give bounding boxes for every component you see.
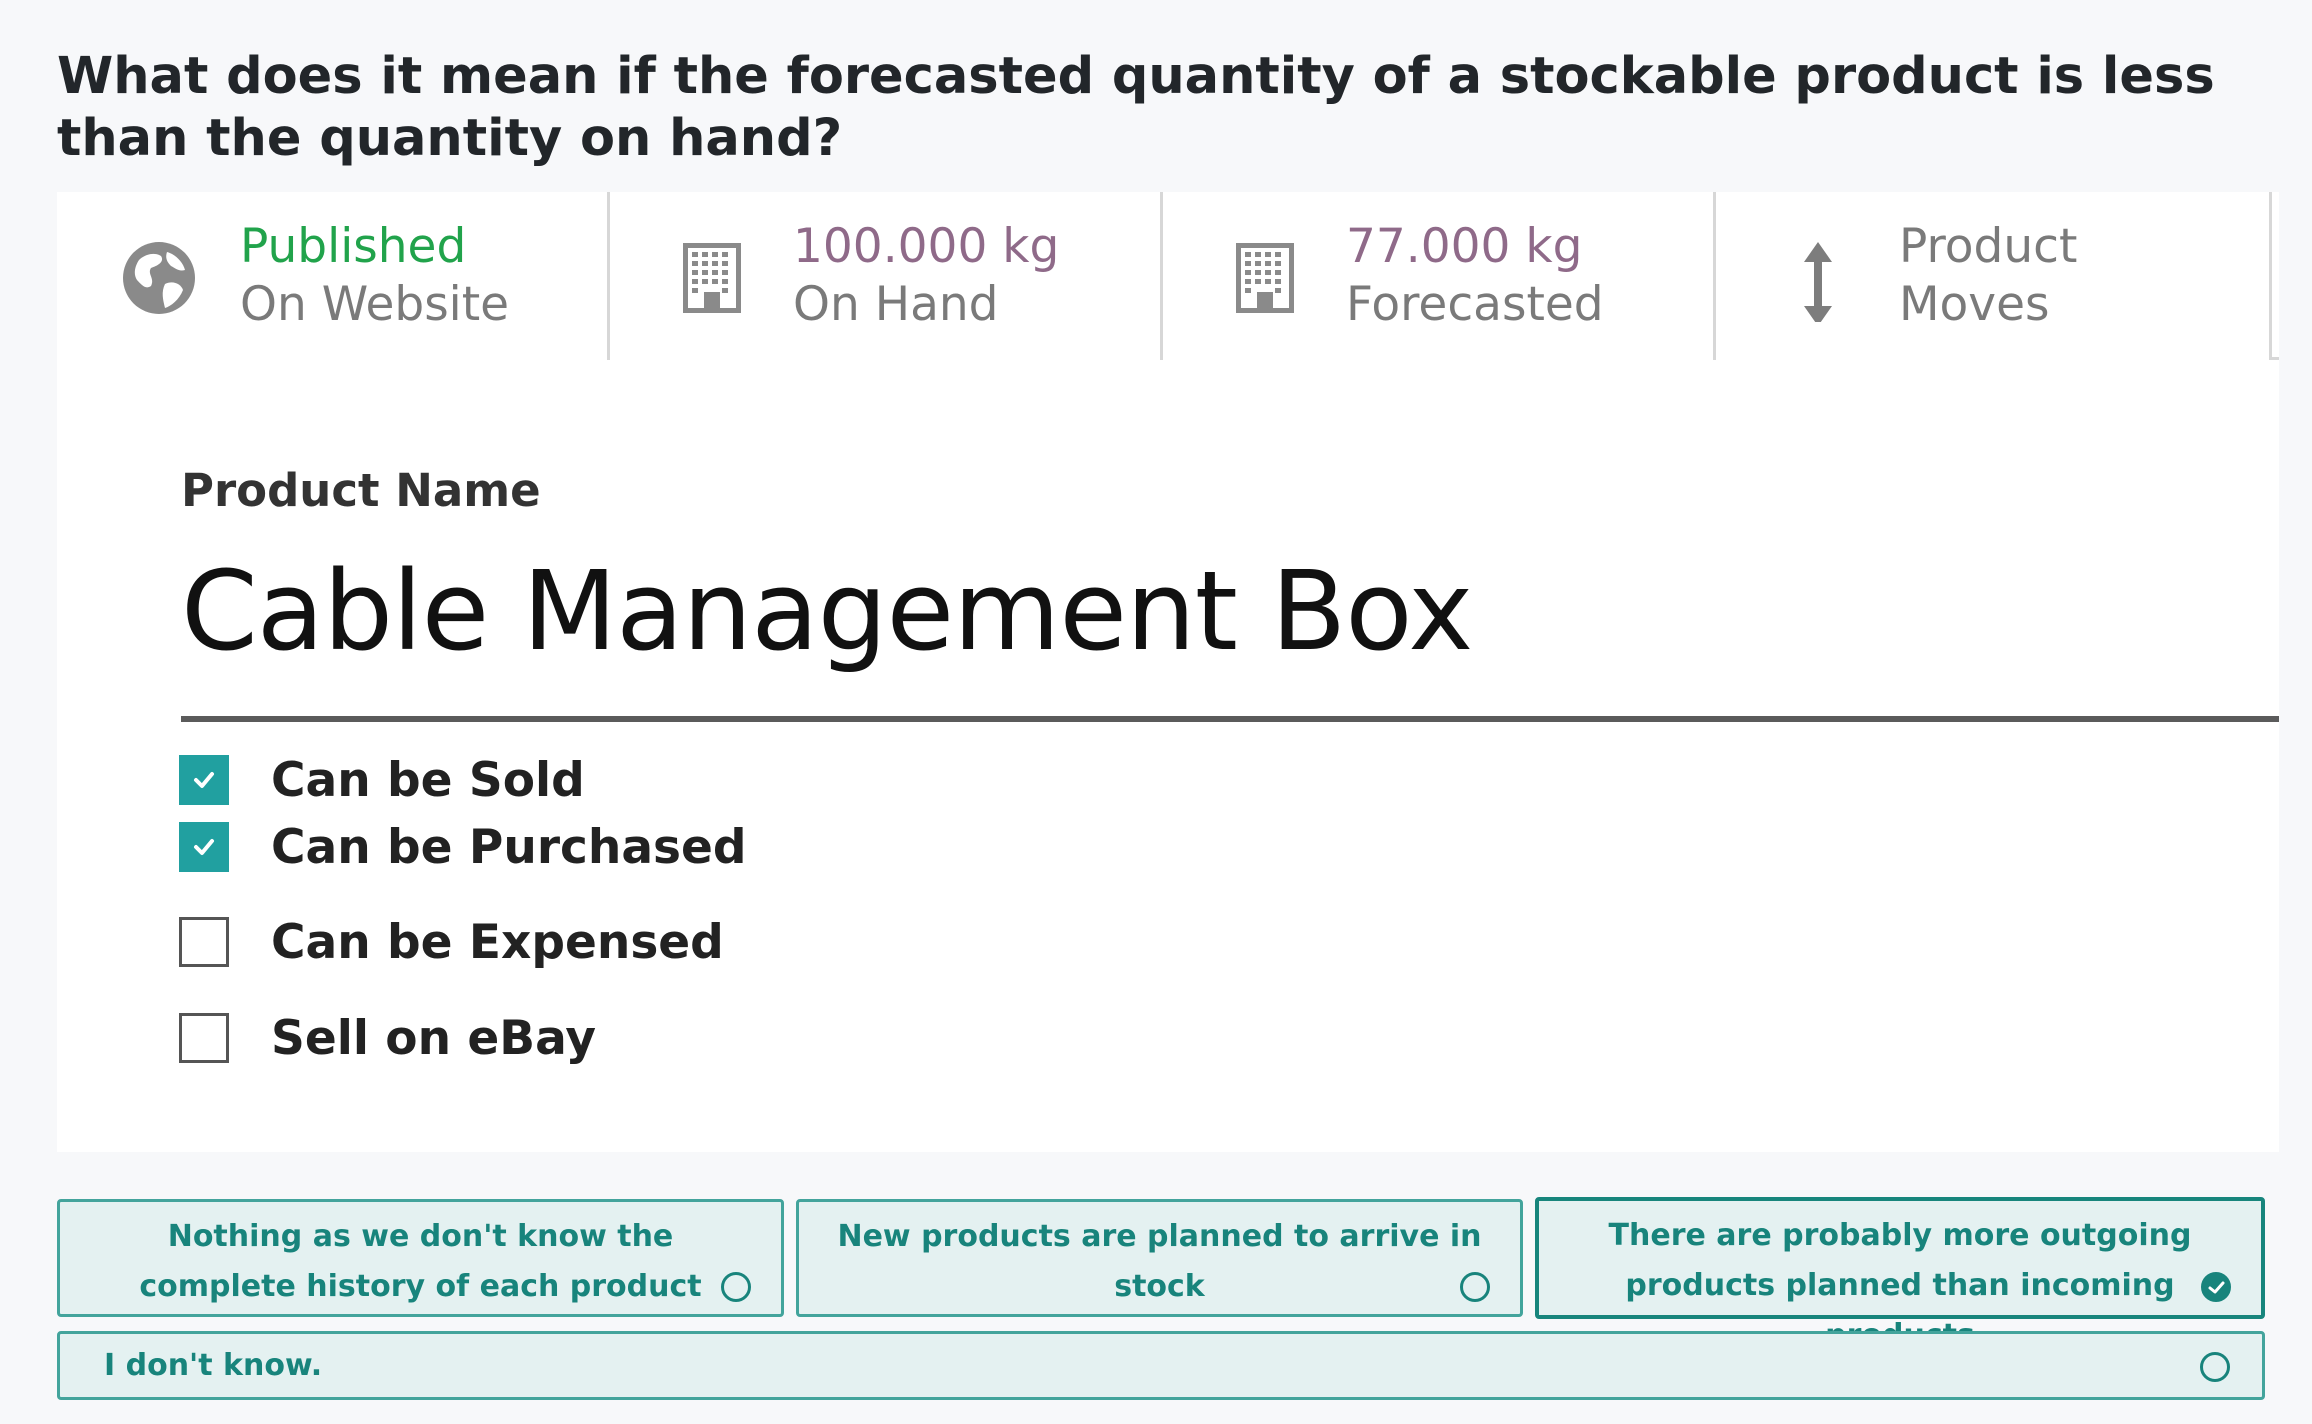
stat-value: 100.000 kg: [793, 219, 1060, 274]
stat-value: 77.000 kg: [1346, 219, 1583, 274]
checkbox-can-be-expensed[interactable]: [179, 917, 229, 967]
product-form-screenshot: Published On Website 100.000 kg On Hand …: [57, 192, 2279, 1152]
answer-text: New products are planned to arrive in st…: [837, 1219, 1482, 1304]
checkbox-sell-on-ebay[interactable]: [179, 1013, 229, 1063]
stat-button-product-moves[interactable]: Product Moves: [1716, 192, 2272, 360]
stat-button-on-hand[interactable]: 100.000 kg On Hand: [610, 192, 1163, 360]
radio-icon: [1460, 1272, 1490, 1302]
checkbox-row-can-be-sold[interactable]: Can be Sold: [179, 752, 585, 808]
checkbox-row-can-be-expensed[interactable]: Can be Expensed: [179, 914, 724, 970]
stat-label: Forecasted: [1346, 277, 1604, 332]
stat-label: On Hand: [793, 277, 999, 332]
check-icon: [194, 839, 214, 855]
check-icon: [194, 772, 214, 788]
radio-icon: [2200, 1352, 2230, 1382]
stat-value: Published: [240, 219, 467, 274]
stat-button-published[interactable]: Published On Website: [57, 192, 610, 360]
answer-text: Nothing as we don't know the complete hi…: [139, 1219, 702, 1304]
selected-check-icon: [2201, 1272, 2231, 1302]
answer-option-3[interactable]: There are probably more outgoing product…: [1535, 1197, 2265, 1353]
stat-button-bar: Published On Website 100.000 kg On Hand …: [57, 192, 2279, 360]
warehouse-icon: [683, 243, 741, 313]
checkbox-label: Can be Sold: [271, 752, 585, 808]
stat-label: Moves: [1899, 277, 2050, 332]
answer-option-1[interactable]: Nothing as we don't know the complete hi…: [57, 1199, 784, 1317]
answer-option-4[interactable]: I don't know.: [57, 1331, 2265, 1400]
product-name-field[interactable]: Cable Management Box: [181, 547, 2279, 675]
answer-text: I don't know.: [104, 1348, 323, 1383]
stat-value: Product: [1899, 219, 2078, 274]
up-down-arrow-icon: [1804, 242, 1832, 322]
checkbox-can-be-purchased[interactable]: [179, 822, 229, 872]
question-text: What does it mean if the forecasted quan…: [57, 47, 2215, 168]
stat-label: On Website: [240, 277, 510, 332]
stat-button-forecasted[interactable]: 77.000 kg Forecasted: [1163, 192, 1716, 360]
product-name-label: Product Name: [181, 464, 541, 517]
globe-icon: [123, 242, 195, 314]
checkbox-label: Can be Expensed: [271, 914, 724, 970]
answer-option-2[interactable]: New products are planned to arrive in st…: [796, 1199, 1523, 1317]
radio-icon: [721, 1272, 751, 1302]
checkbox-can-be-sold[interactable]: [179, 755, 229, 805]
checkbox-row-can-be-purchased[interactable]: Can be Purchased: [179, 819, 747, 875]
checkbox-label: Can be Purchased: [271, 819, 747, 875]
checkbox-label: Sell on eBay: [271, 1010, 597, 1066]
checkbox-row-sell-on-ebay[interactable]: Sell on eBay: [179, 1010, 596, 1066]
name-field-underline: [181, 716, 2279, 722]
warehouse-icon: [1236, 243, 1294, 313]
